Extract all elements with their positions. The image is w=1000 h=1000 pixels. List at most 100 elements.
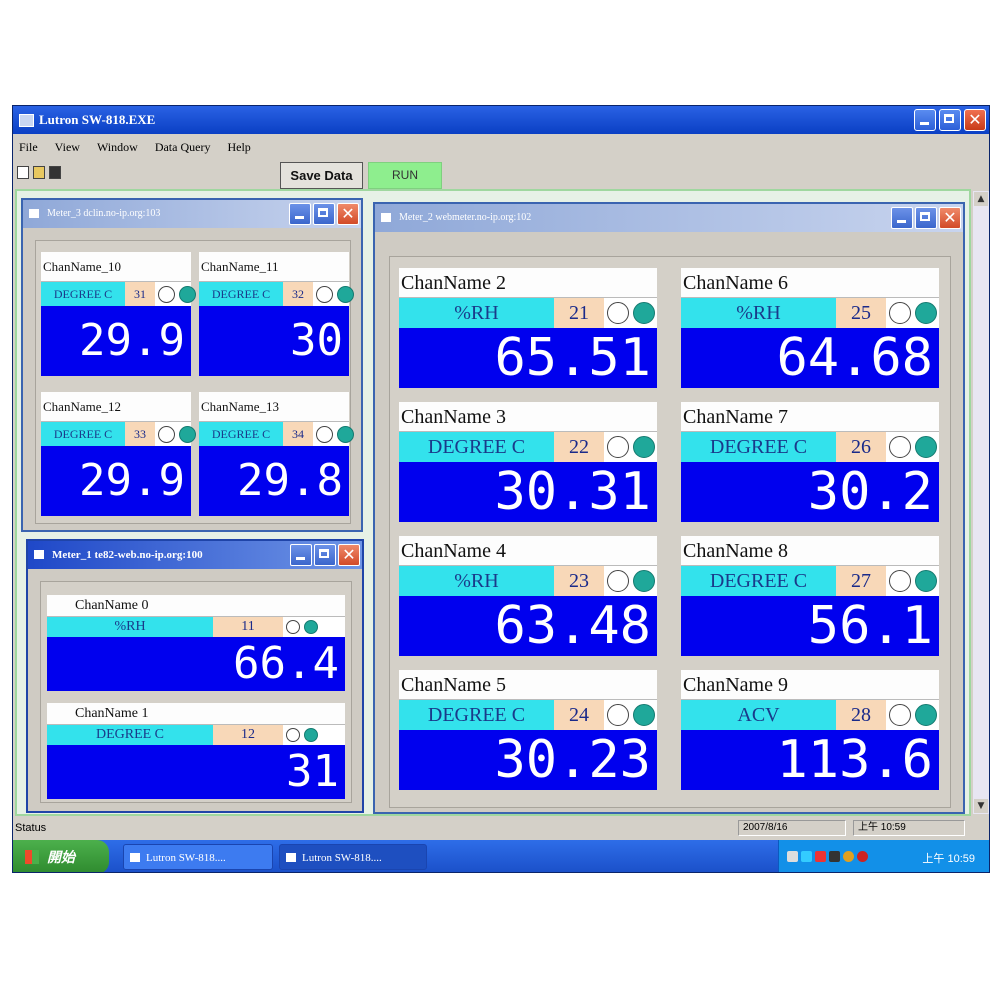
meter-3-title: Meter_3 dclin.no-ip.org:103 (47, 208, 161, 219)
unit-label: DEGREE C (199, 422, 283, 446)
status-indicators (283, 725, 345, 745)
security-icon[interactable] (815, 851, 826, 862)
meter-3-window[interactable]: Meter_3 dclin.no-ip.org:103 ✕ ChanName_1… (21, 198, 363, 532)
minimize-icon (296, 557, 305, 560)
meter-tile: ChanName 7 DEGREE C 26 30.2 (681, 402, 939, 522)
vertical-scrollbar[interactable]: ▲ ▼ (973, 191, 989, 814)
start-button[interactable]: 開始 (13, 840, 109, 872)
taskbar-clock: 上午 10:59 (922, 853, 975, 865)
meter-2-window[interactable]: Meter_2 webmeter.no-ip.org:102 ✕ ChanNam… (373, 202, 965, 814)
channel-name: ChanName 0 (47, 595, 345, 617)
close-button[interactable]: ✕ (338, 544, 360, 566)
unit-label: DEGREE C (41, 282, 125, 306)
status-ring-icon (889, 436, 911, 458)
status-indicators (604, 566, 657, 596)
app-icon (19, 114, 34, 127)
meter-reading: 29.8 (199, 446, 349, 516)
minimize-button[interactable] (891, 207, 913, 229)
taskbar-item[interactable]: Lutron SW-818.... (123, 844, 273, 870)
status-indicators (604, 298, 657, 328)
status-ring-icon (316, 426, 333, 443)
meter-reading: 65.51 (399, 328, 657, 388)
status-ring-icon (286, 620, 300, 634)
scroll-down-icon[interactable]: ▼ (974, 799, 988, 813)
meter-reading: 56.1 (681, 596, 939, 656)
status-ring-icon (607, 436, 629, 458)
taskbar: 開始 Lutron SW-818.... Lutron SW-818.... 上… (13, 840, 989, 872)
taskbar-item-label: Lutron SW-818.... (146, 852, 226, 864)
meter-reading: 30.31 (399, 462, 657, 522)
meter-2-title: Meter_2 webmeter.no-ip.org:102 (399, 212, 532, 223)
status-led-icon (915, 570, 937, 592)
meter-tile: ChanName 8 DEGREE C 27 56.1 (681, 536, 939, 656)
menu-file[interactable]: File (19, 136, 38, 158)
channel-name: ChanName_12 (41, 392, 191, 422)
menu-data-query[interactable]: Data Query (155, 136, 211, 158)
minimize-icon (920, 122, 929, 125)
maximize-button[interactable] (939, 109, 961, 131)
maximize-icon (319, 549, 329, 558)
meter-reading: 113.6 (681, 730, 939, 790)
meter-tile: ChanName 1 DEGREE C 12 31 (47, 703, 345, 799)
channel-name: ChanName_11 (199, 252, 349, 282)
status-ring-icon (889, 570, 911, 592)
status-led-icon (179, 286, 196, 303)
new-icon[interactable] (17, 166, 29, 179)
antivirus-icon[interactable] (857, 851, 868, 862)
maximize-button[interactable] (915, 207, 937, 229)
status-led-icon (915, 436, 937, 458)
status-indicators (313, 422, 354, 446)
app-window: Lutron SW-818.EXE ✕ File View Window Dat… (12, 105, 990, 873)
status-led-icon (633, 302, 655, 324)
keyboard-icon[interactable] (787, 851, 798, 862)
menu-view[interactable]: View (55, 136, 80, 158)
status-ring-icon (607, 302, 629, 324)
close-button[interactable]: ✕ (337, 203, 359, 225)
status-date: 2007/8/16 (738, 820, 846, 836)
save-icon[interactable] (49, 166, 61, 179)
toolbar (13, 159, 989, 187)
meter-2-titlebar[interactable]: Meter_2 webmeter.no-ip.org:102 ✕ (375, 204, 963, 232)
channel-number: 21 (554, 298, 604, 328)
close-button[interactable]: ✕ (964, 109, 986, 131)
meter-tile: ChanName_12 DEGREE C 33 29.9 (41, 392, 196, 516)
run-button[interactable]: RUN (368, 162, 442, 189)
taskbar-item[interactable]: Lutron SW-818.... (279, 844, 427, 870)
meter-reading: 30 (199, 306, 349, 376)
minimize-button[interactable] (914, 109, 936, 131)
status-led-icon (915, 704, 937, 726)
maximize-button[interactable] (314, 544, 336, 566)
menu-help[interactable]: Help (227, 136, 250, 158)
meter-tile: ChanName_13 DEGREE C 34 29.8 (199, 392, 354, 516)
channel-name: ChanName 6 (681, 268, 939, 298)
status-ring-icon (889, 302, 911, 324)
channel-number: 26 (836, 432, 886, 462)
menu-window[interactable]: Window (97, 136, 138, 158)
close-button[interactable]: ✕ (939, 207, 961, 229)
unit-label: DEGREE C (199, 282, 283, 306)
meter-1-titlebar[interactable]: Meter_1 te82-web.no-ip.org:100 ✕ (28, 541, 362, 569)
start-label: 開始 (47, 849, 75, 865)
meter-reading: 66.4 (47, 637, 345, 691)
open-icon[interactable] (33, 166, 45, 179)
network-icon[interactable] (801, 851, 812, 862)
minimize-icon (897, 220, 906, 223)
save-data-button[interactable]: Save Data (280, 162, 363, 189)
meter-reading: 30.23 (399, 730, 657, 790)
meter-1-window[interactable]: Meter_1 te82-web.no-ip.org:100 ✕ ChanNam… (26, 539, 364, 813)
status-time: 上午 10:59 (853, 820, 965, 836)
unit-label: DEGREE C (47, 725, 213, 745)
minimize-button[interactable] (289, 203, 311, 225)
channel-number: 28 (836, 700, 886, 730)
channel-name: ChanName_10 (41, 252, 191, 282)
windows-flag-icon (25, 850, 39, 864)
maximize-button[interactable] (313, 203, 335, 225)
update-icon[interactable] (843, 851, 854, 862)
app-tray-icon[interactable] (829, 851, 840, 862)
title-bar[interactable]: Lutron SW-818.EXE ✕ (13, 106, 989, 134)
scroll-up-icon[interactable]: ▲ (974, 192, 988, 206)
channel-name: ChanName 2 (399, 268, 657, 298)
unit-label: DEGREE C (41, 422, 125, 446)
meter-3-titlebar[interactable]: Meter_3 dclin.no-ip.org:103 ✕ (23, 200, 361, 228)
minimize-button[interactable] (290, 544, 312, 566)
